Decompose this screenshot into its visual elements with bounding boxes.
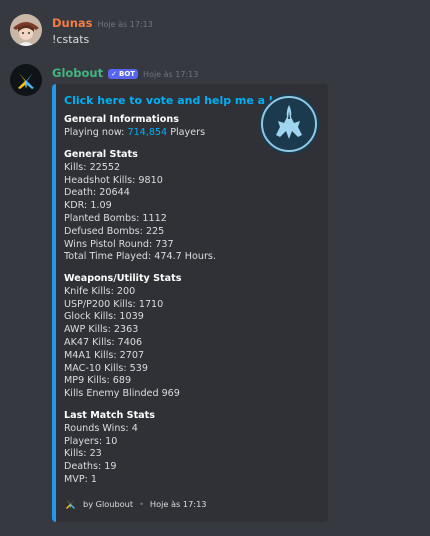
stat-line: AK47 Kills: 7406 [64,336,143,348]
footer-separator: • [139,498,144,509]
field-title: Last Match Stats [64,410,155,421]
bot-avatar-globout[interactable] [10,64,42,96]
stat-line: Kills Enemy Blinded 969 [64,388,180,400]
message-header: Globout ✓ BOT Hoje às 17:13 [52,66,198,80]
csgo-logo-icon[interactable] [258,93,320,155]
bot-footer-icon [64,497,77,510]
stat-line: Defused Bombs: 225 [64,225,165,237]
stat-line: Planted Bombs: 1112 [64,212,167,224]
message-timestamp: Hoje às 17:13 [143,70,199,79]
stat-line: Kills: 23 [64,448,102,460]
embed-title-link[interactable]: Click here to vote and help me a lot! [64,94,291,107]
footer-timestamp: Hoje às 17:13 [149,498,207,509]
stat-line: Deaths: 19 [64,461,117,473]
field-general-informations: General Informations Playing now: 714,85… [64,114,205,140]
stat-line: KDR: 1.09 [64,200,112,212]
playing-count-link[interactable]: 714,854 [127,127,167,138]
stat-line: Headshot Kills: 9810 [64,174,163,186]
footer-text: by Gloubout [83,498,134,509]
stat-line: Players: 10 [64,435,118,447]
stat-line: MVP: 1 [64,473,98,485]
field-line: Playing now: 714,854 Players [64,127,205,140]
stat-line: AWP Kills: 2363 [64,324,139,336]
stat-line: Kills: 22552 [64,161,121,173]
playing-label: Playing now: [64,126,125,138]
stat-line: MP9 Kills: 689 [64,375,132,387]
field-general-stats: General Stats Kills: 22552 Headshot Kill… [64,149,216,264]
stat-line: USP/P200 Kills: 1710 [64,298,164,310]
user-avatar-dunas[interactable] [10,14,42,46]
stat-line: M4A1 Kills: 2707 [64,349,145,361]
message-timestamp: Hoje às 17:13 [97,20,153,29]
message-text: !cstats [52,33,90,46]
embed-footer: by Gloubout • Hoje às 17:13 [64,497,206,510]
bot-tag-label: BOT [118,70,136,78]
field-title: General Stats [64,149,138,160]
stat-line: Wins Pistol Round: 737 [64,238,174,250]
stat-line: Rounds Wins: 4 [64,422,138,434]
verified-check-icon: ✓ [111,70,117,78]
stat-line: MAC-10 Kills: 539 [64,362,148,374]
message-header: Dunas Hoje às 17:13 [52,16,153,30]
stat-line: Death: 20644 [64,187,130,199]
field-title: Weapons/Utility Stats [64,273,182,284]
author-name[interactable]: Dunas [52,16,93,30]
stats-embed: Click here to vote and help me a lot! Ge… [52,84,328,522]
stat-line: Knife Kills: 200 [64,285,136,297]
field-title: General Informations [64,114,179,125]
bot-tag: ✓ BOT [108,69,139,79]
playing-suffix: Players [170,126,206,138]
field-weapons-stats: Weapons/Utility Stats Knife Kills: 200 U… [64,273,181,401]
stat-line: Total Time Played: 474.7 Hours. [64,251,216,263]
field-last-match-stats: Last Match Stats Rounds Wins: 4 Players:… [64,410,155,487]
stat-line: Glock Kills: 1039 [64,311,144,323]
author-name[interactable]: Globout [52,66,103,80]
